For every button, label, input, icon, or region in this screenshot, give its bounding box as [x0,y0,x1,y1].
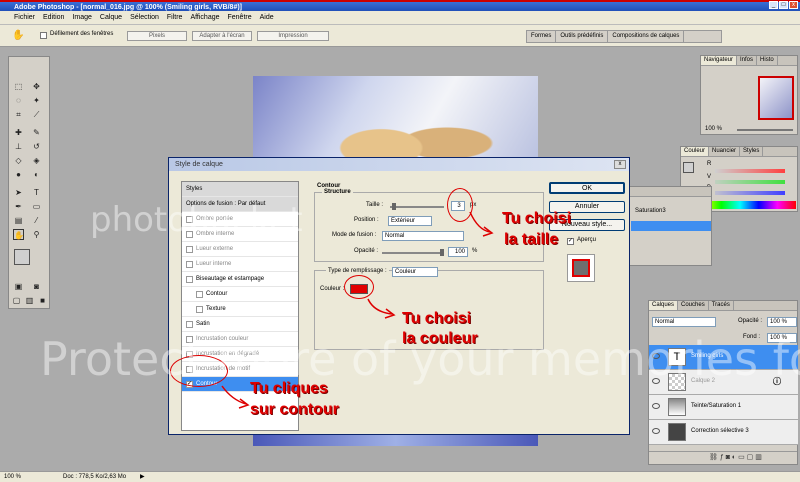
arrow-couleur [367,298,393,315]
annotation-taille-line2: la taille [504,231,559,248]
annotation-taille-line1: Tu choisi [502,210,572,227]
annotation-arrows [221,211,494,409]
watermark-logo: photobucket [90,200,303,240]
watermark-tagline: Protect more of your memories for less! [40,332,800,386]
annotation-contour-line2: sur contour [250,401,339,418]
annotation-couleur-line1: Tu choisi [402,310,472,327]
